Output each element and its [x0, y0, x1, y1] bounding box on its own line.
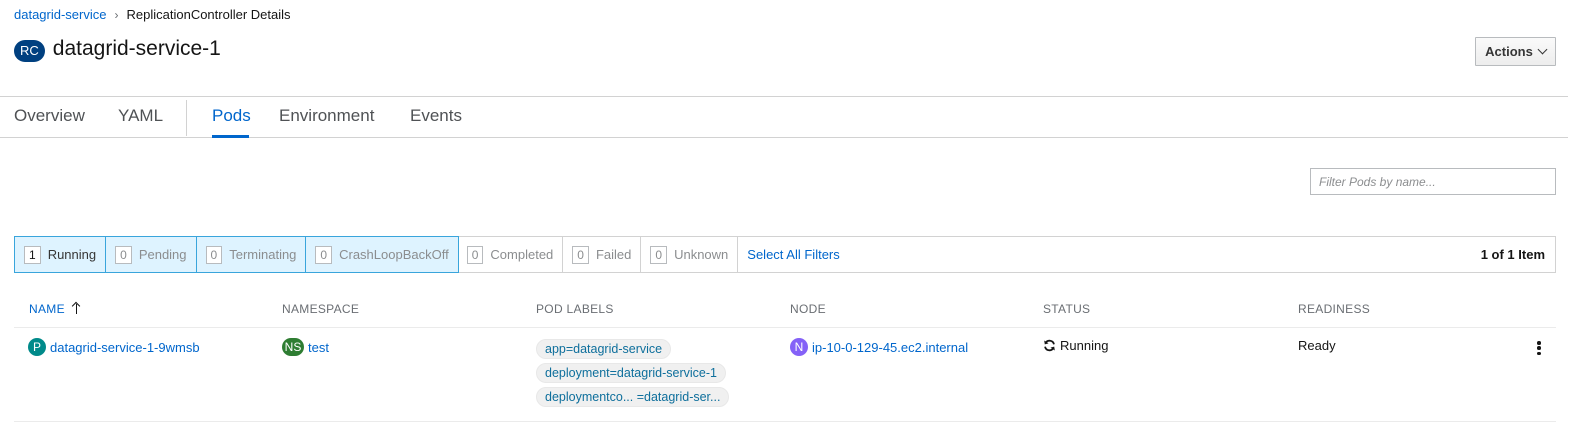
sync-icon [1043, 339, 1056, 352]
breadcrumb-parent-link[interactable]: datagrid-service [14, 7, 107, 22]
namespace-resource-badge: NS [282, 338, 304, 356]
filter-label: Terminating [229, 247, 297, 262]
rc-resource-badge: RC [14, 40, 45, 62]
active-tab-indicator [212, 135, 249, 138]
filter-count: 1 [24, 245, 41, 264]
column-header-name[interactable]: NAME [29, 302, 81, 316]
pod-status: Running [1060, 338, 1109, 353]
node-link[interactable]: ip-10-0-129-45.ec2.internal [812, 340, 968, 355]
pod-label[interactable]: deployment=datagrid-service-1 [536, 363, 726, 383]
filter-count: 0 [115, 245, 132, 264]
pod-resource-badge: P [28, 338, 46, 356]
filter-chip-unknown[interactable]: 0 Unknown [641, 237, 739, 272]
column-header-status[interactable]: STATUS [1043, 302, 1090, 316]
column-header-label: NAME [29, 302, 65, 316]
filter-count: 0 [466, 245, 484, 264]
filter-chip-crashloopbackoff[interactable]: 0 CrashLoopBackOff [305, 236, 459, 273]
table-divider [14, 421, 1556, 422]
column-header-pod-labels[interactable]: POD LABELS [536, 302, 614, 316]
page-header: RC datagrid-service-1 [14, 36, 221, 62]
tab-environment[interactable]: Environment [279, 106, 374, 126]
filter-chip-running[interactable]: 1 Running [14, 236, 107, 273]
arrow-up-icon [73, 302, 81, 314]
pod-readiness: Ready [1298, 338, 1336, 353]
table-cell-status: Running [1043, 338, 1108, 353]
filter-label: Running [47, 247, 97, 262]
table-divider [14, 327, 1556, 328]
filter-count: 0 [572, 245, 589, 264]
kebab-dot [1537, 341, 1541, 345]
column-header-readiness[interactable]: READINESS [1298, 302, 1370, 316]
filter-count: 0 [650, 245, 668, 264]
pod-label[interactable]: app=datagrid-service [536, 339, 672, 359]
select-all-filters-link[interactable]: Select All Filters [738, 237, 848, 272]
page-title: datagrid-service-1 [52, 37, 221, 60]
filter-label: Pending [138, 247, 187, 262]
pod-name-link[interactable]: datagrid-service-1-9wmsb [50, 340, 200, 355]
row-actions-kebab-icon[interactable] [1535, 340, 1543, 356]
tab-events[interactable]: Events [410, 106, 462, 126]
filter-chip-pending[interactable]: 0 Pending [105, 236, 197, 273]
filter-count: 0 [205, 245, 223, 264]
chevron-right-icon: › [114, 7, 119, 22]
pod-labels-list: app=datagrid-service deployment=datagrid… [536, 339, 730, 407]
pod-label[interactable]: deploymentco... =datagrid-ser... [536, 387, 730, 407]
tab-divider [186, 100, 187, 136]
table-cell-readiness: Ready [1298, 338, 1336, 353]
filter-chip-completed[interactable]: 0 Completed [458, 237, 564, 272]
item-count: 1 of 1 Item [1480, 247, 1545, 262]
tab-pods[interactable]: Pods [212, 106, 251, 126]
table-cell-name: P datagrid-service-1-9wmsb [28, 338, 200, 356]
kebab-dot [1537, 351, 1541, 355]
node-resource-badge: N [790, 338, 808, 356]
filter-pods-input[interactable] [1310, 168, 1556, 195]
actions-label: Actions [1485, 44, 1533, 59]
filter-label: Unknown [674, 247, 729, 262]
tab-bar: Overview YAML Pods Environment Events [0, 96, 1568, 138]
column-header-node[interactable]: NODE [790, 302, 826, 316]
tab-overview[interactable]: Overview [14, 106, 85, 126]
filter-chip-terminating[interactable]: 0 Terminating [195, 236, 307, 273]
filter-label: Failed [595, 247, 632, 262]
table-cell-namespace: NS test [282, 338, 329, 356]
status-filter-bar: 1 Running 0 Pending 0 Terminating 0 Cras… [14, 236, 1556, 273]
tab-yaml[interactable]: YAML [118, 106, 163, 126]
actions-dropdown-button[interactable]: Actions [1475, 37, 1556, 66]
namespace-link[interactable]: test [308, 340, 329, 355]
kebab-dot [1537, 346, 1541, 350]
chevron-down-icon [1537, 44, 1548, 55]
filter-count: 0 [315, 245, 333, 264]
breadcrumb: datagrid-service › ReplicationController… [14, 7, 291, 22]
breadcrumb-current: ReplicationController Details [126, 7, 291, 22]
filter-label: Completed [490, 247, 554, 262]
filter-label: CrashLoopBackOff [339, 247, 449, 262]
table-cell-node: N ip-10-0-129-45.ec2.internal [790, 338, 968, 356]
column-header-namespace[interactable]: NAMESPACE [282, 302, 359, 316]
filter-chip-failed[interactable]: 0 Failed [563, 237, 642, 272]
